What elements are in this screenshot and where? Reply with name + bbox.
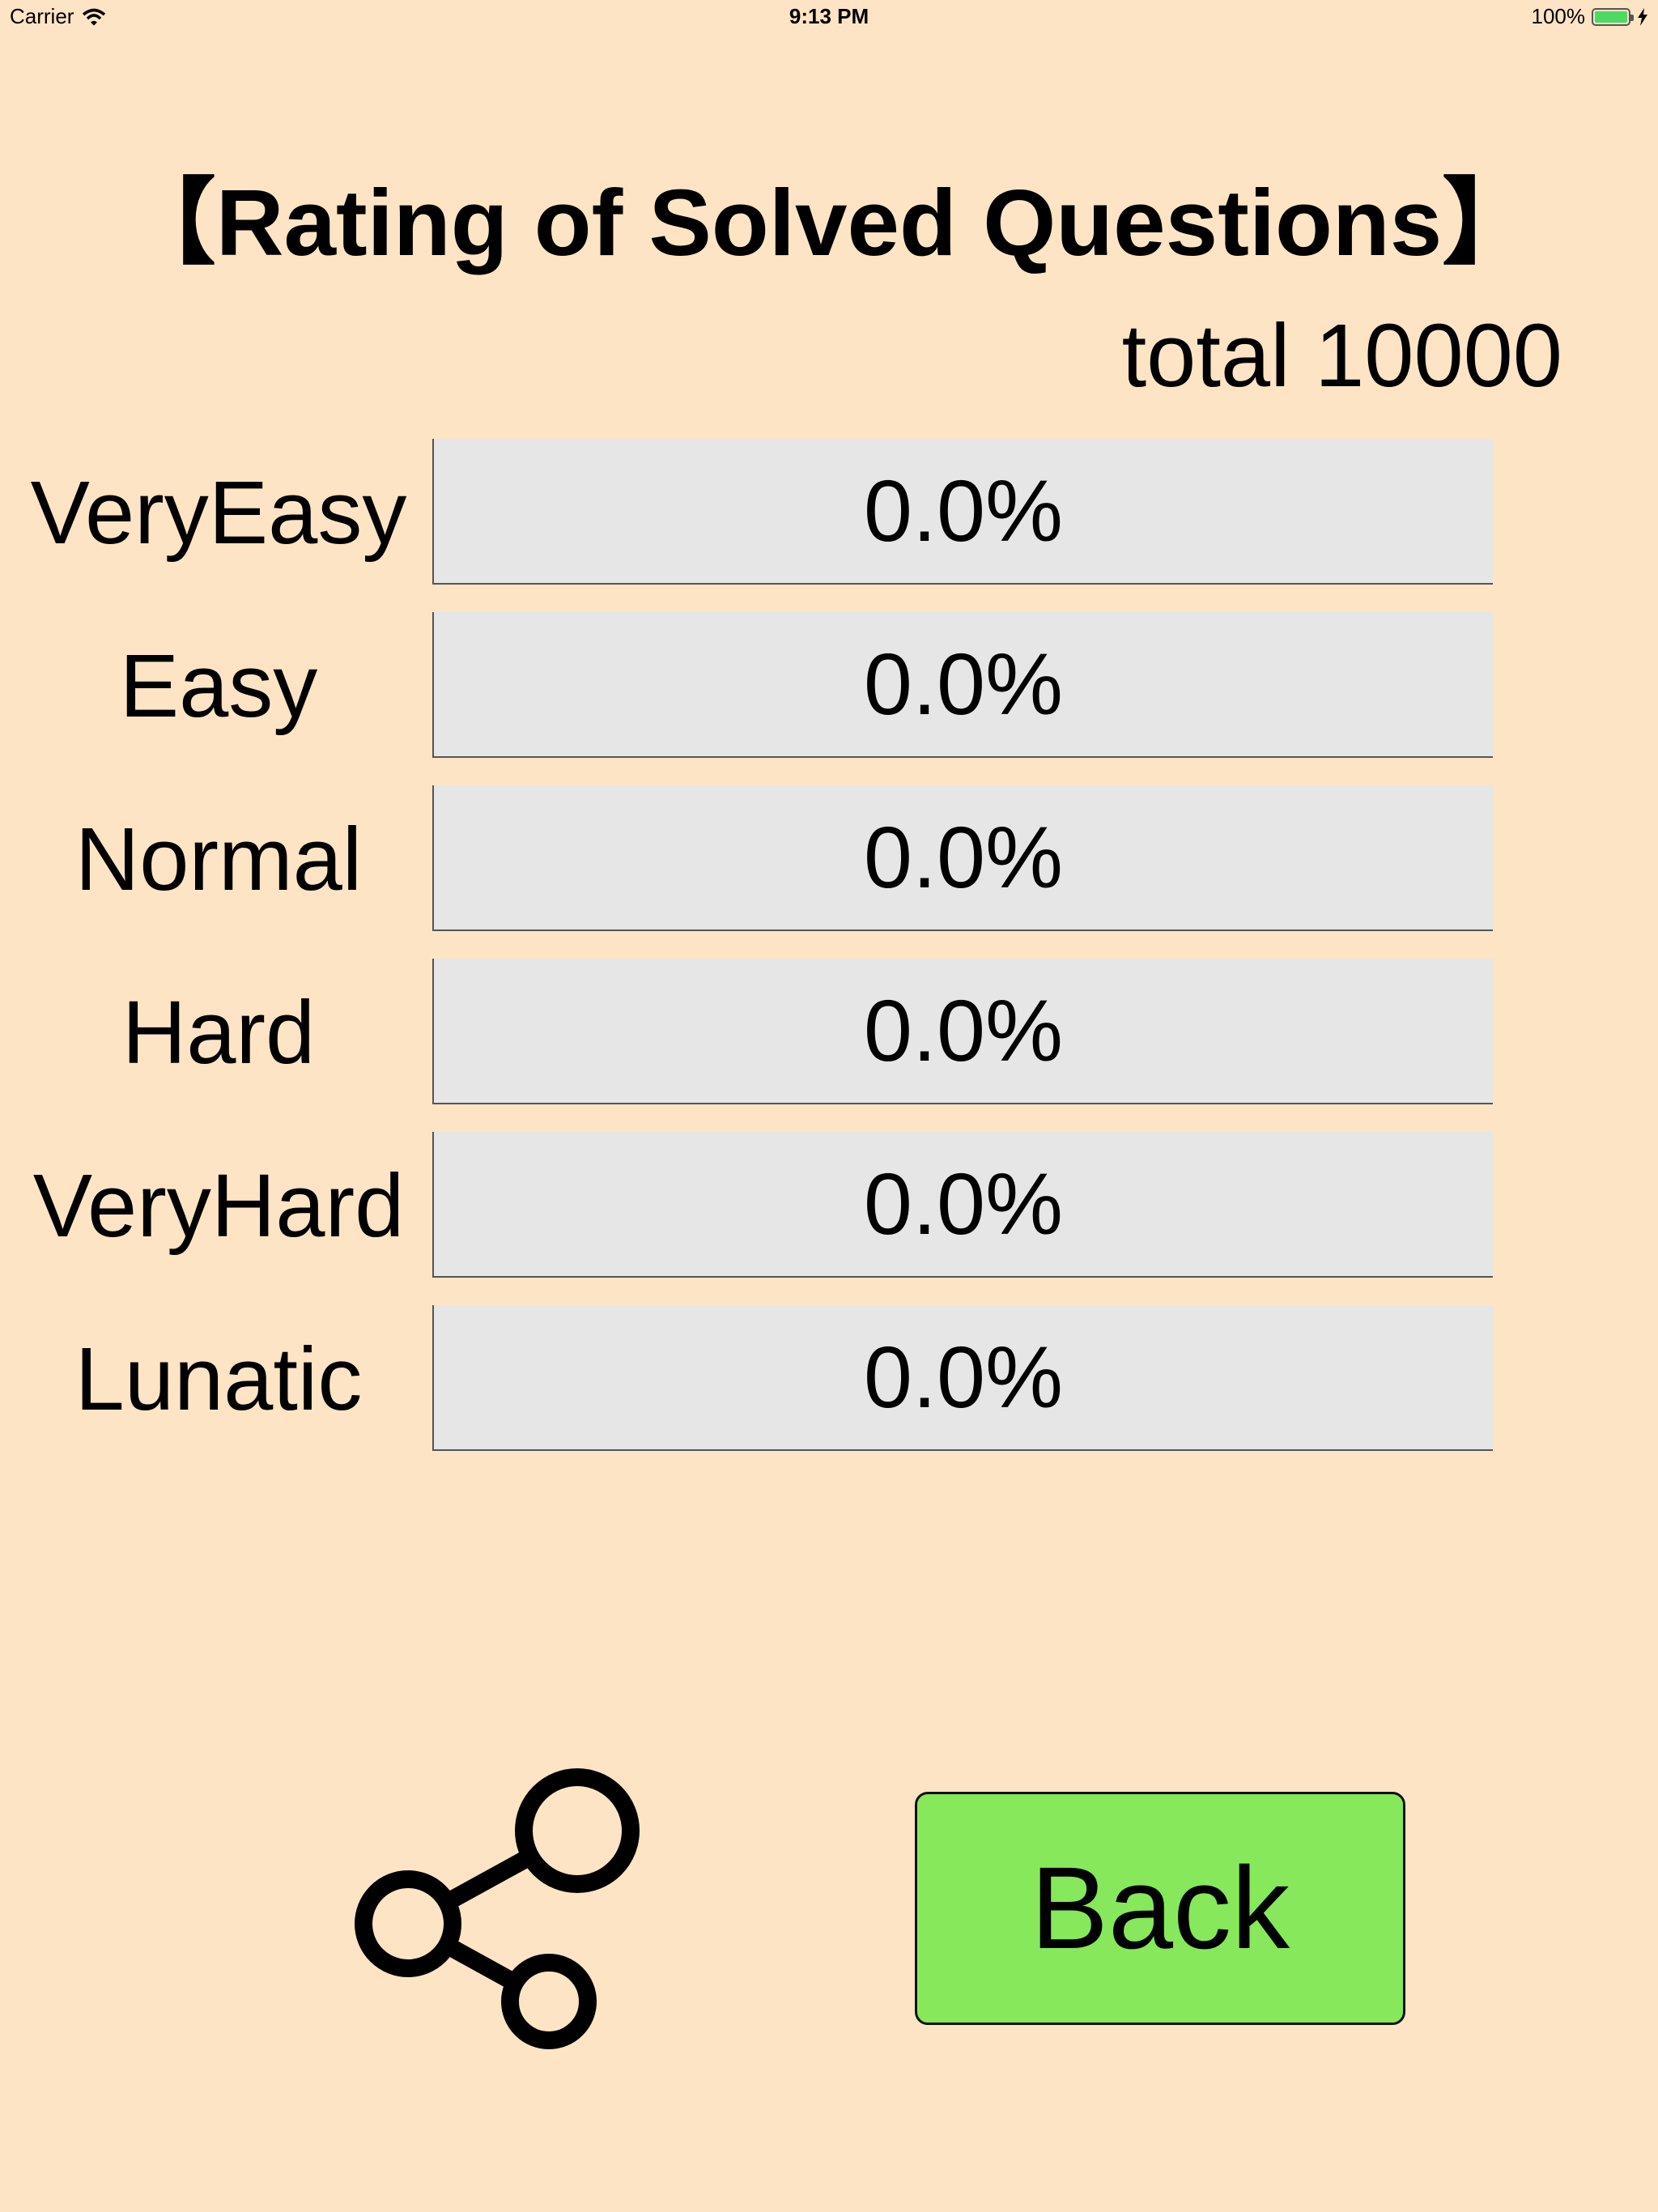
rating-bar: 0.0% [432, 785, 1493, 931]
battery-percent: 100% [1531, 4, 1586, 28]
page-title: 【Rating of Solved Questions】 [121, 170, 1537, 275]
status-time: 9:13 PM [789, 4, 869, 28]
rating-label: Lunatic [74, 1329, 363, 1429]
rating-label: VeryHard [32, 1156, 405, 1256]
rating-label: Normal [74, 810, 363, 909]
back-button[interactable]: Back [915, 1792, 1405, 2025]
rating-label: Hard [121, 983, 316, 1083]
rating-bar: 0.0% [432, 959, 1493, 1104]
charging-bolt-icon [1638, 7, 1647, 26]
rating-value: 0.0% [863, 1155, 1064, 1253]
rating-row-easy: Easy 0.0% [0, 612, 1658, 761]
rating-value: 0.0% [863, 1328, 1064, 1426]
rating-label: VeryEasy [30, 463, 407, 563]
rating-label: Easy [119, 636, 318, 736]
rating-bar: 0.0% [432, 439, 1493, 585]
rating-value: 0.0% [863, 808, 1064, 906]
rating-bar: 0.0% [432, 612, 1493, 758]
battery-icon [1592, 7, 1634, 26]
rating-value: 0.0% [863, 981, 1064, 1079]
status-bar: Carrier 9:13 PM 100% [0, 0, 1658, 32]
rating-value: 0.0% [863, 462, 1064, 559]
share-icon [355, 1768, 640, 2049]
rating-bar: 0.0% [432, 1305, 1493, 1451]
rating-row-hard: Hard 0.0% [0, 959, 1658, 1108]
rating-row-veryeasy: VeryEasy 0.0% [0, 439, 1658, 588]
battery-indicator: 100% [1532, 4, 1649, 29]
total-count: total 10000 [1121, 306, 1562, 406]
rating-bar: 0.0% [432, 1132, 1493, 1278]
rating-row-veryhard: VeryHard 0.0% [0, 1132, 1658, 1281]
rating-row-lunatic: Lunatic 0.0% [0, 1305, 1658, 1454]
rating-row-normal: Normal 0.0% [0, 785, 1658, 934]
rating-value: 0.0% [863, 635, 1064, 733]
share-button[interactable] [348, 1757, 656, 2057]
